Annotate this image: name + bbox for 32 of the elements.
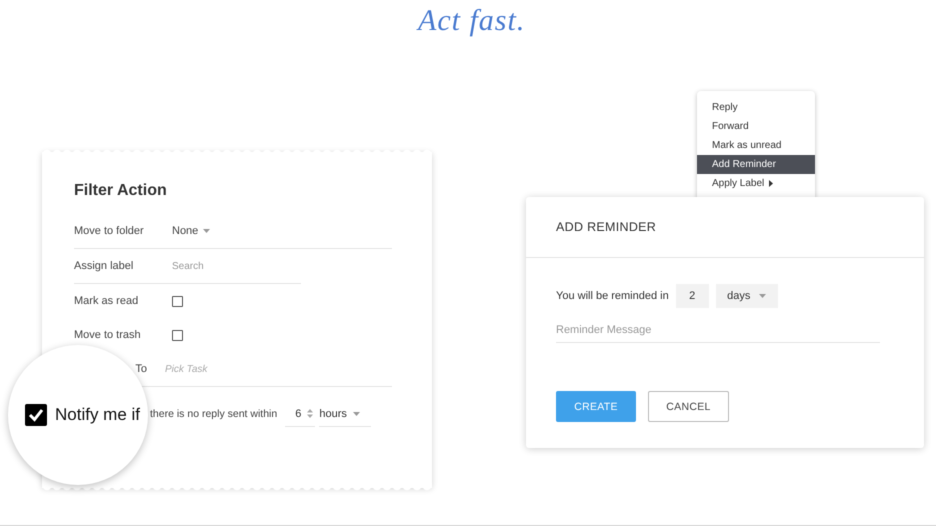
condition-text: there is no reply sent within — [150, 408, 278, 420]
menu-item[interactable]: Apply Label — [697, 174, 815, 193]
notify-label: Notify me if — [55, 405, 140, 425]
task-field[interactable]: Pick Task — [165, 364, 285, 374]
stepper-icon — [307, 409, 314, 418]
field-label: Assign label — [74, 260, 134, 272]
number-field[interactable]: 6 — [285, 402, 316, 426]
dialog-title: ADD REMINDER — [556, 220, 656, 234]
card-title: Filter Action — [74, 182, 168, 200]
reminder-prompt: You will be reminded in — [556, 290, 669, 302]
search-field[interactable]: Search — [172, 260, 292, 272]
unit-dropdown[interactable]: hours — [319, 402, 372, 426]
folder-dropdown[interactable]: None — [172, 225, 210, 237]
menu-item[interactable]: Forward — [697, 117, 815, 136]
field-label: Mark as read — [74, 295, 140, 307]
caret-icon — [352, 412, 360, 416]
checkbox[interactable] — [172, 330, 183, 340]
menu-item[interactable]: Reply — [697, 98, 815, 117]
headline: Act fast. — [418, 4, 526, 38]
field-label: Move to folder — [74, 225, 145, 237]
unit-dropdown[interactable]: days — [716, 284, 778, 308]
caret-icon — [203, 229, 210, 233]
menu-item[interactable]: Add Reminder — [697, 155, 815, 174]
checkbox[interactable] — [172, 296, 183, 306]
message-field[interactable]: Reminder Message — [556, 318, 880, 343]
checkbox[interactable] — [25, 404, 47, 426]
field-label: Move to trash — [74, 329, 142, 341]
amount-field[interactable]: 2 — [676, 284, 709, 308]
cancel-button[interactable]: CANCEL — [648, 391, 729, 422]
caret-icon — [759, 294, 766, 298]
menu-item[interactable]: Mark as unread — [697, 136, 815, 155]
field-label: To — [134, 363, 148, 375]
